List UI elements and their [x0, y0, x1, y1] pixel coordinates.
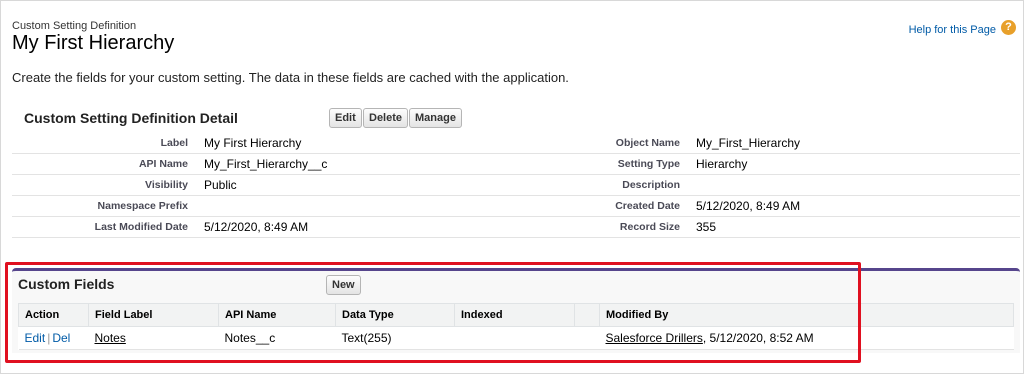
help-icon[interactable]: ?	[1001, 20, 1016, 35]
intro-text: Create the fields for your custom settin…	[12, 70, 569, 85]
detail-row: Label My First Hierarchy Object Name My_…	[12, 133, 1020, 154]
manage-button[interactable]: Manage	[409, 108, 462, 128]
action-cell: Edit | Del	[18, 326, 89, 350]
detail-section-title: Custom Setting Definition Detail	[24, 110, 238, 126]
help-link[interactable]: Help for this Page	[909, 24, 996, 36]
custom-fields-title: Custom Fields	[18, 276, 115, 292]
detail-label: Last Modified Date	[12, 216, 200, 238]
detail-table: Label My First Hierarchy Object Name My_…	[12, 133, 1020, 238]
new-field-button[interactable]: New	[326, 275, 361, 295]
detail-label: Object Name	[500, 133, 692, 154]
detail-row: Visibility Public Description	[12, 174, 1020, 196]
detail-label: Setting Type	[500, 153, 692, 175]
detail-value: My_First_Hierarchy__c	[200, 153, 500, 175]
column-header-field-label[interactable]: Field Label	[88, 303, 219, 327]
column-header-indexed[interactable]: Indexed	[454, 303, 575, 327]
data-type-cell: Text(255)	[335, 326, 455, 350]
detail-value: My_First_Hierarchy	[692, 133, 1020, 154]
detail-value: My First Hierarchy	[200, 133, 500, 154]
detail-value	[200, 195, 500, 217]
detail-section: Custom Setting Definition Detail Edit De…	[12, 100, 1020, 250]
detail-value: Public	[200, 174, 500, 196]
empty-cell	[574, 326, 600, 350]
field-label-link[interactable]: Notes	[95, 331, 126, 345]
detail-label: Record Size	[500, 216, 692, 238]
modified-by-user-link[interactable]: Salesforce Drillers	[606, 331, 703, 345]
detail-label: API Name	[12, 153, 200, 175]
delete-button[interactable]: Delete	[363, 108, 409, 128]
detail-row: Namespace Prefix Created Date 5/12/2020,…	[12, 195, 1020, 217]
column-header-action: Action	[18, 303, 89, 327]
detail-label: Created Date	[500, 195, 692, 217]
edit-field-link[interactable]: Edit	[25, 331, 46, 345]
api-name-cell: Notes__c	[218, 326, 336, 350]
custom-fields-section: Custom Fields New Action Field Label API…	[12, 268, 1020, 353]
detail-label: Description	[500, 174, 692, 196]
indexed-cell	[454, 326, 575, 350]
detail-value: Hierarchy	[692, 153, 1020, 175]
table-row: Edit | Del Notes Notes__c Text(255) Salesf…	[18, 326, 1014, 350]
detail-label: Visibility	[12, 174, 200, 196]
detail-row: API Name My_First_Hierarchy__c Setting T…	[12, 153, 1020, 175]
column-header-controlling-field	[574, 303, 600, 327]
detail-row: Last Modified Date 5/12/2020, 8:49 AM Re…	[12, 216, 1020, 238]
column-header-modified-by[interactable]: Modified By	[599, 303, 1014, 327]
page-subtitle: Custom Setting Definition	[12, 20, 137, 32]
detail-value: 355	[692, 216, 1020, 238]
delete-field-link[interactable]: Del	[52, 331, 70, 345]
table-header-row: Action Field Label API Name Data Type In…	[18, 303, 1014, 327]
custom-fields-table: Action Field Label API Name Data Type In…	[18, 303, 1014, 350]
detail-label: Namespace Prefix	[12, 195, 200, 217]
column-header-api-name[interactable]: API Name	[218, 303, 336, 327]
detail-value: 5/12/2020, 8:49 AM	[692, 195, 1020, 217]
field-label-cell: Notes	[88, 326, 219, 350]
modified-by-date: , 5/12/2020, 8:52 AM	[702, 331, 814, 345]
edit-button[interactable]: Edit	[329, 108, 362, 128]
column-header-data-type[interactable]: Data Type	[335, 303, 455, 327]
detail-value	[692, 174, 1020, 196]
detail-value: 5/12/2020, 8:49 AM	[200, 216, 500, 238]
page-title: My First Hierarchy	[12, 32, 175, 54]
modified-by-cell: Salesforce Drillers, 5/12/2020, 8:52 AM	[599, 326, 1014, 350]
detail-label: Label	[12, 133, 200, 154]
